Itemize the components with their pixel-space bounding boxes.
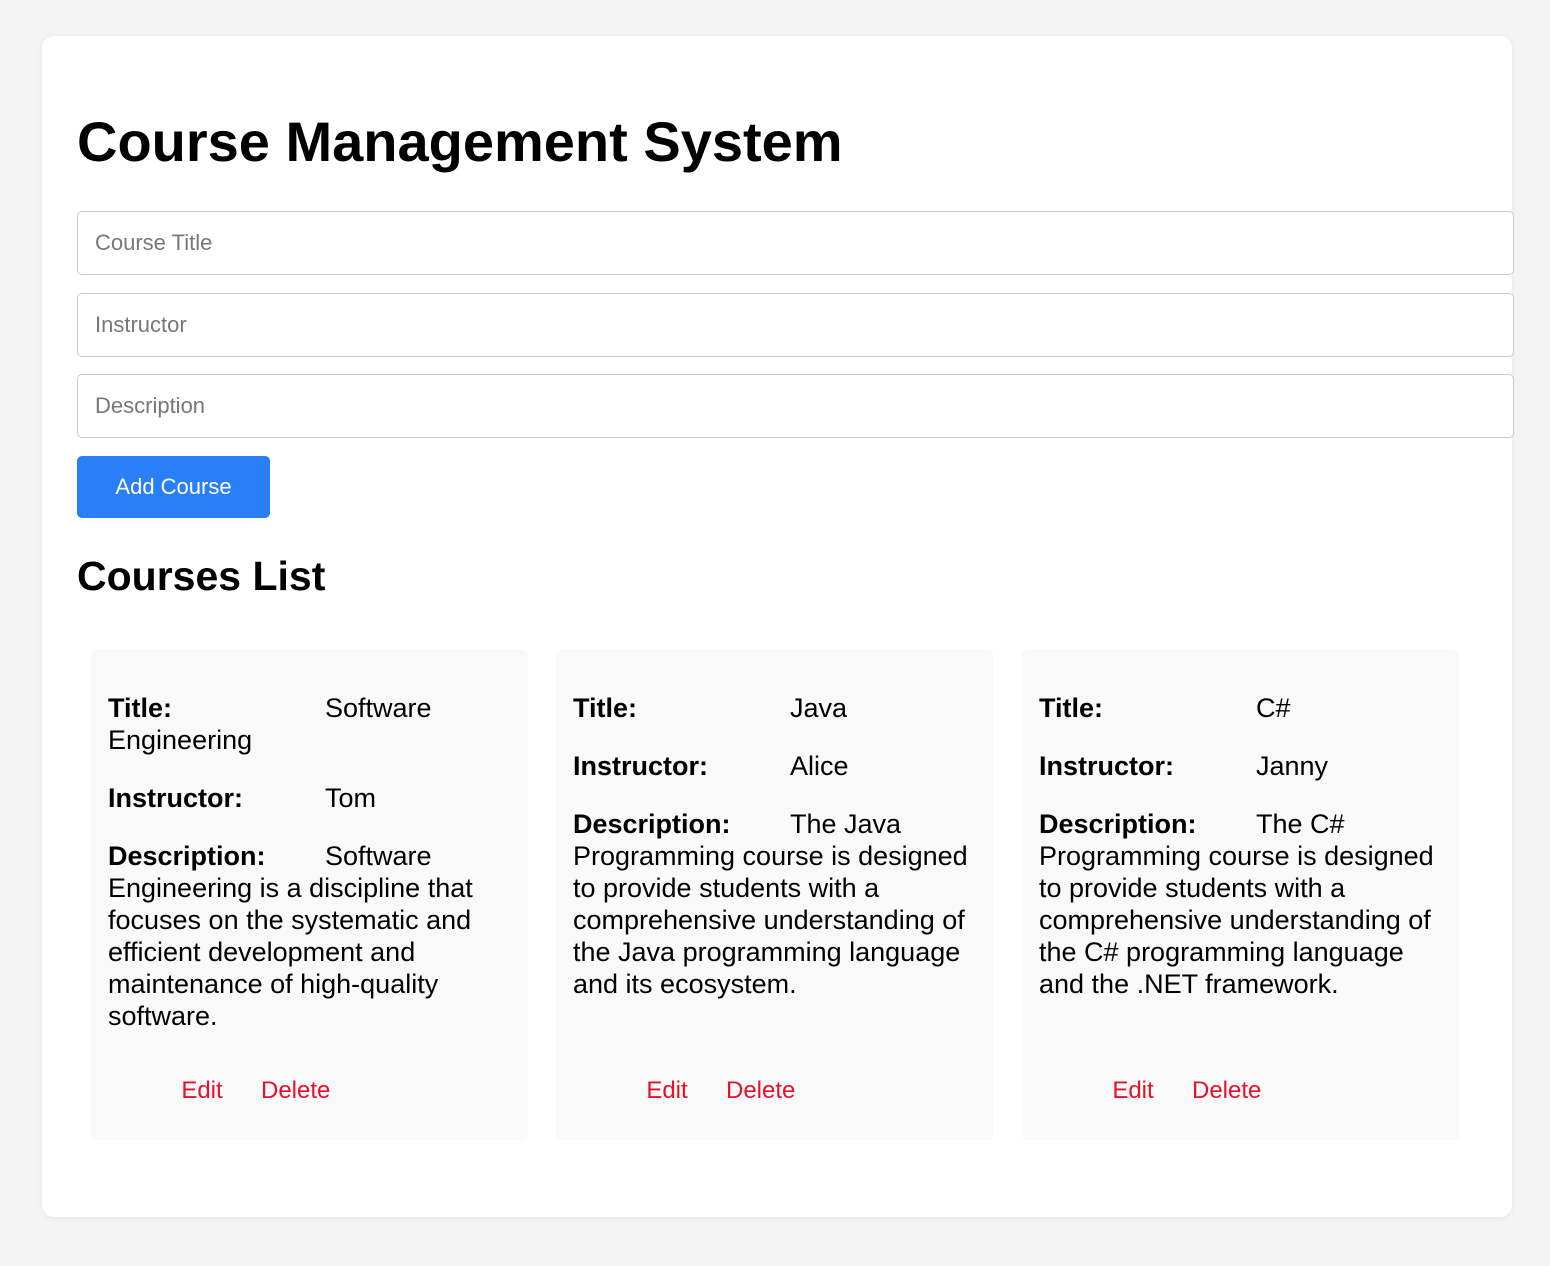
title-label: Title: xyxy=(1039,693,1104,723)
course-title-field: Title: C# xyxy=(1039,692,1442,724)
instructor-input[interactable] xyxy=(77,293,1514,357)
course-title-field: Title: Java xyxy=(573,692,976,724)
course-card: Title: Software Engineering Instructor: To… xyxy=(91,650,528,1140)
course-title-value: C# xyxy=(1256,693,1291,723)
delete-course-button[interactable]: Delete xyxy=(726,1076,795,1106)
course-title-input[interactable] xyxy=(77,211,1514,275)
title-label: Title: xyxy=(573,693,638,723)
instructor-label: Instructor: xyxy=(108,783,243,813)
instructor-label: Instructor: xyxy=(1039,751,1174,781)
course-description-field: Description: Software Engineering is a di… xyxy=(108,840,511,1032)
course-description-field: Description: The C# Programming course is… xyxy=(1039,808,1442,1000)
course-instructor-value: Alice xyxy=(790,751,849,781)
page-title: Course Management System xyxy=(77,110,843,173)
course-instructor-value: Janny xyxy=(1256,751,1329,781)
main-container: Course Management System Add Course Cour… xyxy=(42,36,1514,1217)
edit-course-button[interactable]: Edit xyxy=(143,1076,261,1106)
course-card: Title: Java Instructor: Alice Description:… xyxy=(556,650,993,1140)
instructor-label: Instructor: xyxy=(573,751,708,781)
card-actions: Edit Delete xyxy=(143,1076,330,1106)
course-list: Title: Software Engineering Instructor: To… xyxy=(91,650,1459,1140)
course-card: Title: C# Instructor: Janny Description: Th… xyxy=(1022,650,1459,1140)
edit-course-button[interactable]: Edit xyxy=(1074,1076,1192,1106)
description-label: Description: xyxy=(1039,809,1197,839)
course-title-field: Title: Software Engineering xyxy=(108,692,511,756)
card-actions: Edit Delete xyxy=(1074,1076,1261,1106)
delete-course-button[interactable]: Delete xyxy=(261,1076,330,1106)
title-label: Title: xyxy=(108,693,173,723)
courses-list-heading: Courses List xyxy=(77,553,326,599)
course-instructor-field: Instructor: Alice xyxy=(573,750,976,782)
edit-course-button[interactable]: Edit xyxy=(608,1076,726,1106)
course-description-field: Description: The Java Programming course … xyxy=(573,808,976,1000)
card-actions: Edit Delete xyxy=(608,1076,795,1106)
add-course-button[interactable]: Add Course xyxy=(77,456,270,518)
course-instructor-field: Instructor: Tom xyxy=(108,782,511,814)
delete-course-button[interactable]: Delete xyxy=(1192,1076,1261,1106)
course-title-value: Java xyxy=(790,693,848,723)
course-instructor-value: Tom xyxy=(325,783,377,813)
description-input[interactable] xyxy=(77,374,1514,438)
description-label: Description: xyxy=(108,841,266,871)
course-instructor-field: Instructor: Janny xyxy=(1039,750,1442,782)
description-label: Description: xyxy=(573,809,731,839)
page: Course Management System Add Course Cour… xyxy=(0,0,1550,1266)
